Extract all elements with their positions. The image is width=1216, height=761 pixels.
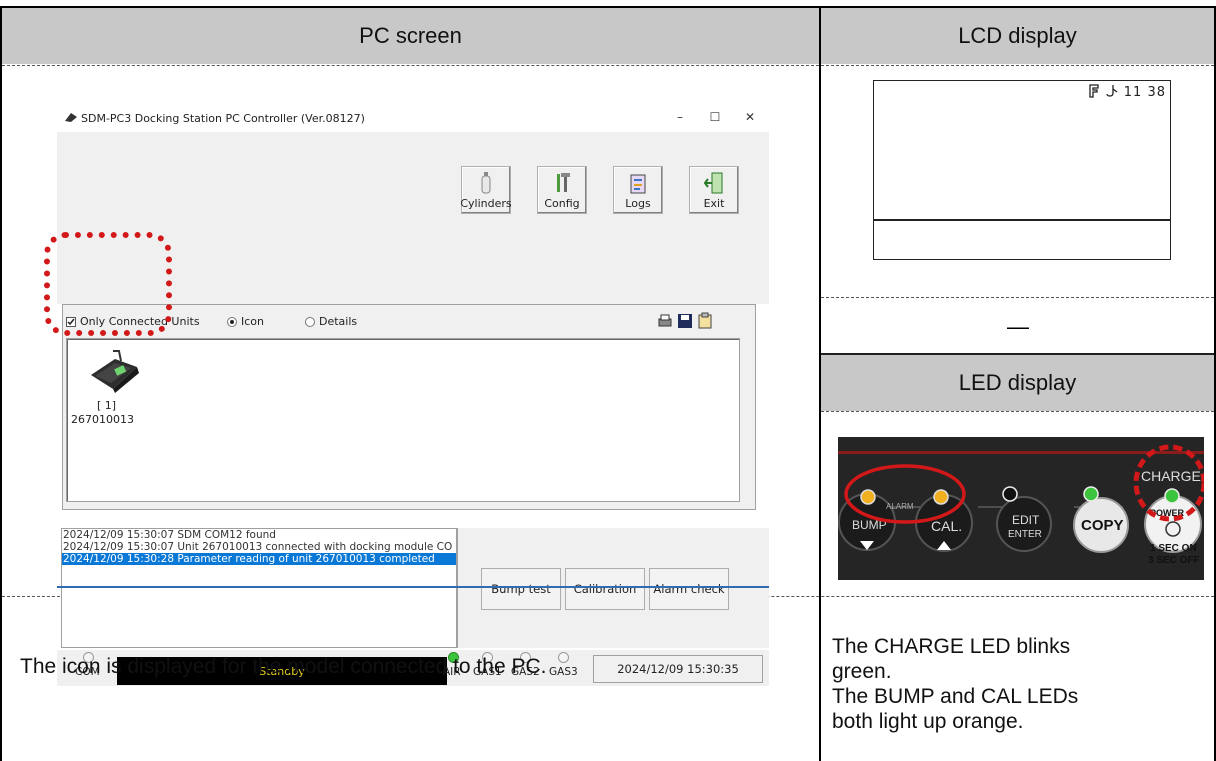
flag-f-icon [1088,84,1099,98]
bump-test-button[interactable]: Bump test [481,568,561,610]
notebook-icon [630,174,646,194]
instruction-table: PC screen LCD display LED display SDM-PC… [0,0,1216,761]
logs-label: Logs [625,197,651,210]
table-top-border [0,6,1216,8]
divider [821,65,1214,66]
window-bottom-accent [57,586,769,588]
exit-door-icon [704,172,723,194]
pc-controller-window: SDM-PC3 Docking Station PC Controller (V… [57,104,769,686]
close-button[interactable]: ✕ [735,110,765,124]
cylinders-button[interactable]: Cylinders [460,166,512,214]
radio-selected[interactable] [227,316,237,327]
log-line-selected[interactable]: 2024/12/09 15:30:28 Parameter reading of… [62,553,456,565]
window-titlebar: SDM-PC3 Docking Station PC Controller (V… [57,104,769,132]
lcd-status: 11 38 [1088,84,1167,100]
description-line: The BUMP and CAL LEDs [832,685,1079,708]
unit-serial: 267010013 [71,413,134,426]
exit-button[interactable]: Exit [689,166,739,214]
description-left: The icon is displayed for the model conn… [20,655,547,678]
details-view-label: Details [319,315,358,328]
table-left-border [0,6,2,761]
table-middle-border [819,6,821,761]
calibration-button[interactable]: Calibration [565,568,645,610]
led-highlights [844,444,1204,524]
logs-button[interactable]: Logs [613,166,663,214]
tools-icon [557,173,570,192]
lcd-screen: 11 38 [873,80,1171,260]
gas3-label: GAS3 [549,666,578,678]
icon-view-radio[interactable]: Icon [227,315,264,328]
minimize-button[interactable]: – [665,110,695,124]
header-pc-screen: PC screen [2,8,819,64]
radio-unselected[interactable] [305,316,315,327]
bell-icon [1105,85,1118,97]
highlight-ring [44,232,172,336]
description-line: The CHARGE LED blinks [832,635,1071,658]
cylinders-label: Cylinders [460,197,512,210]
lcd-dash: — [1007,314,1029,339]
description-line: both light up orange. [832,710,1024,733]
divider [821,411,1214,412]
log-line[interactable]: 2024/12/09 15:30:07 SDM COM12 found [62,529,456,541]
maximize-button[interactable]: ☐ [700,110,730,124]
unit-item[interactable]: [ 1] 267010013 [71,345,151,435]
unit-list-panel: [ 1] 267010013 [66,338,740,502]
description-line: green. [832,660,892,683]
lcd-separator [874,219,1170,221]
gas-detector-icon [91,350,139,393]
window-title: SDM-PC3 Docking Station PC Controller (V… [81,111,365,125]
cylinder-icon [481,172,491,194]
alarm-check-button[interactable]: Alarm check [649,568,729,610]
header-lcd-display: LCD display [821,8,1214,64]
description-right: The CHARGE LED blinks green. The BUMP an… [832,634,1192,734]
header-led-display: LED display [821,355,1214,411]
log-list[interactable]: 2024/12/09 15:30:07 SDM COM12 found 2024… [61,528,457,648]
log-line[interactable]: 2024/12/09 15:30:07 Unit 267010013 conne… [62,541,456,553]
lcd-time: 11 38 [1123,85,1166,100]
config-button[interactable]: Config [537,166,587,214]
config-label: Config [544,197,580,210]
icon-view-label: Icon [241,315,264,328]
gas3-indicator [558,652,569,663]
datetime-display: 2024/12/09 15:30:35 [593,655,763,683]
save-icon[interactable] [677,313,693,329]
print-icon[interactable] [657,313,673,329]
app-icon [65,113,77,122]
unit-index: [ 1] [97,399,117,412]
details-view-radio[interactable]: Details [305,315,357,328]
clipboard-icon[interactable] [697,312,713,329]
exit-label: Exit [703,197,725,210]
divider [2,65,819,66]
